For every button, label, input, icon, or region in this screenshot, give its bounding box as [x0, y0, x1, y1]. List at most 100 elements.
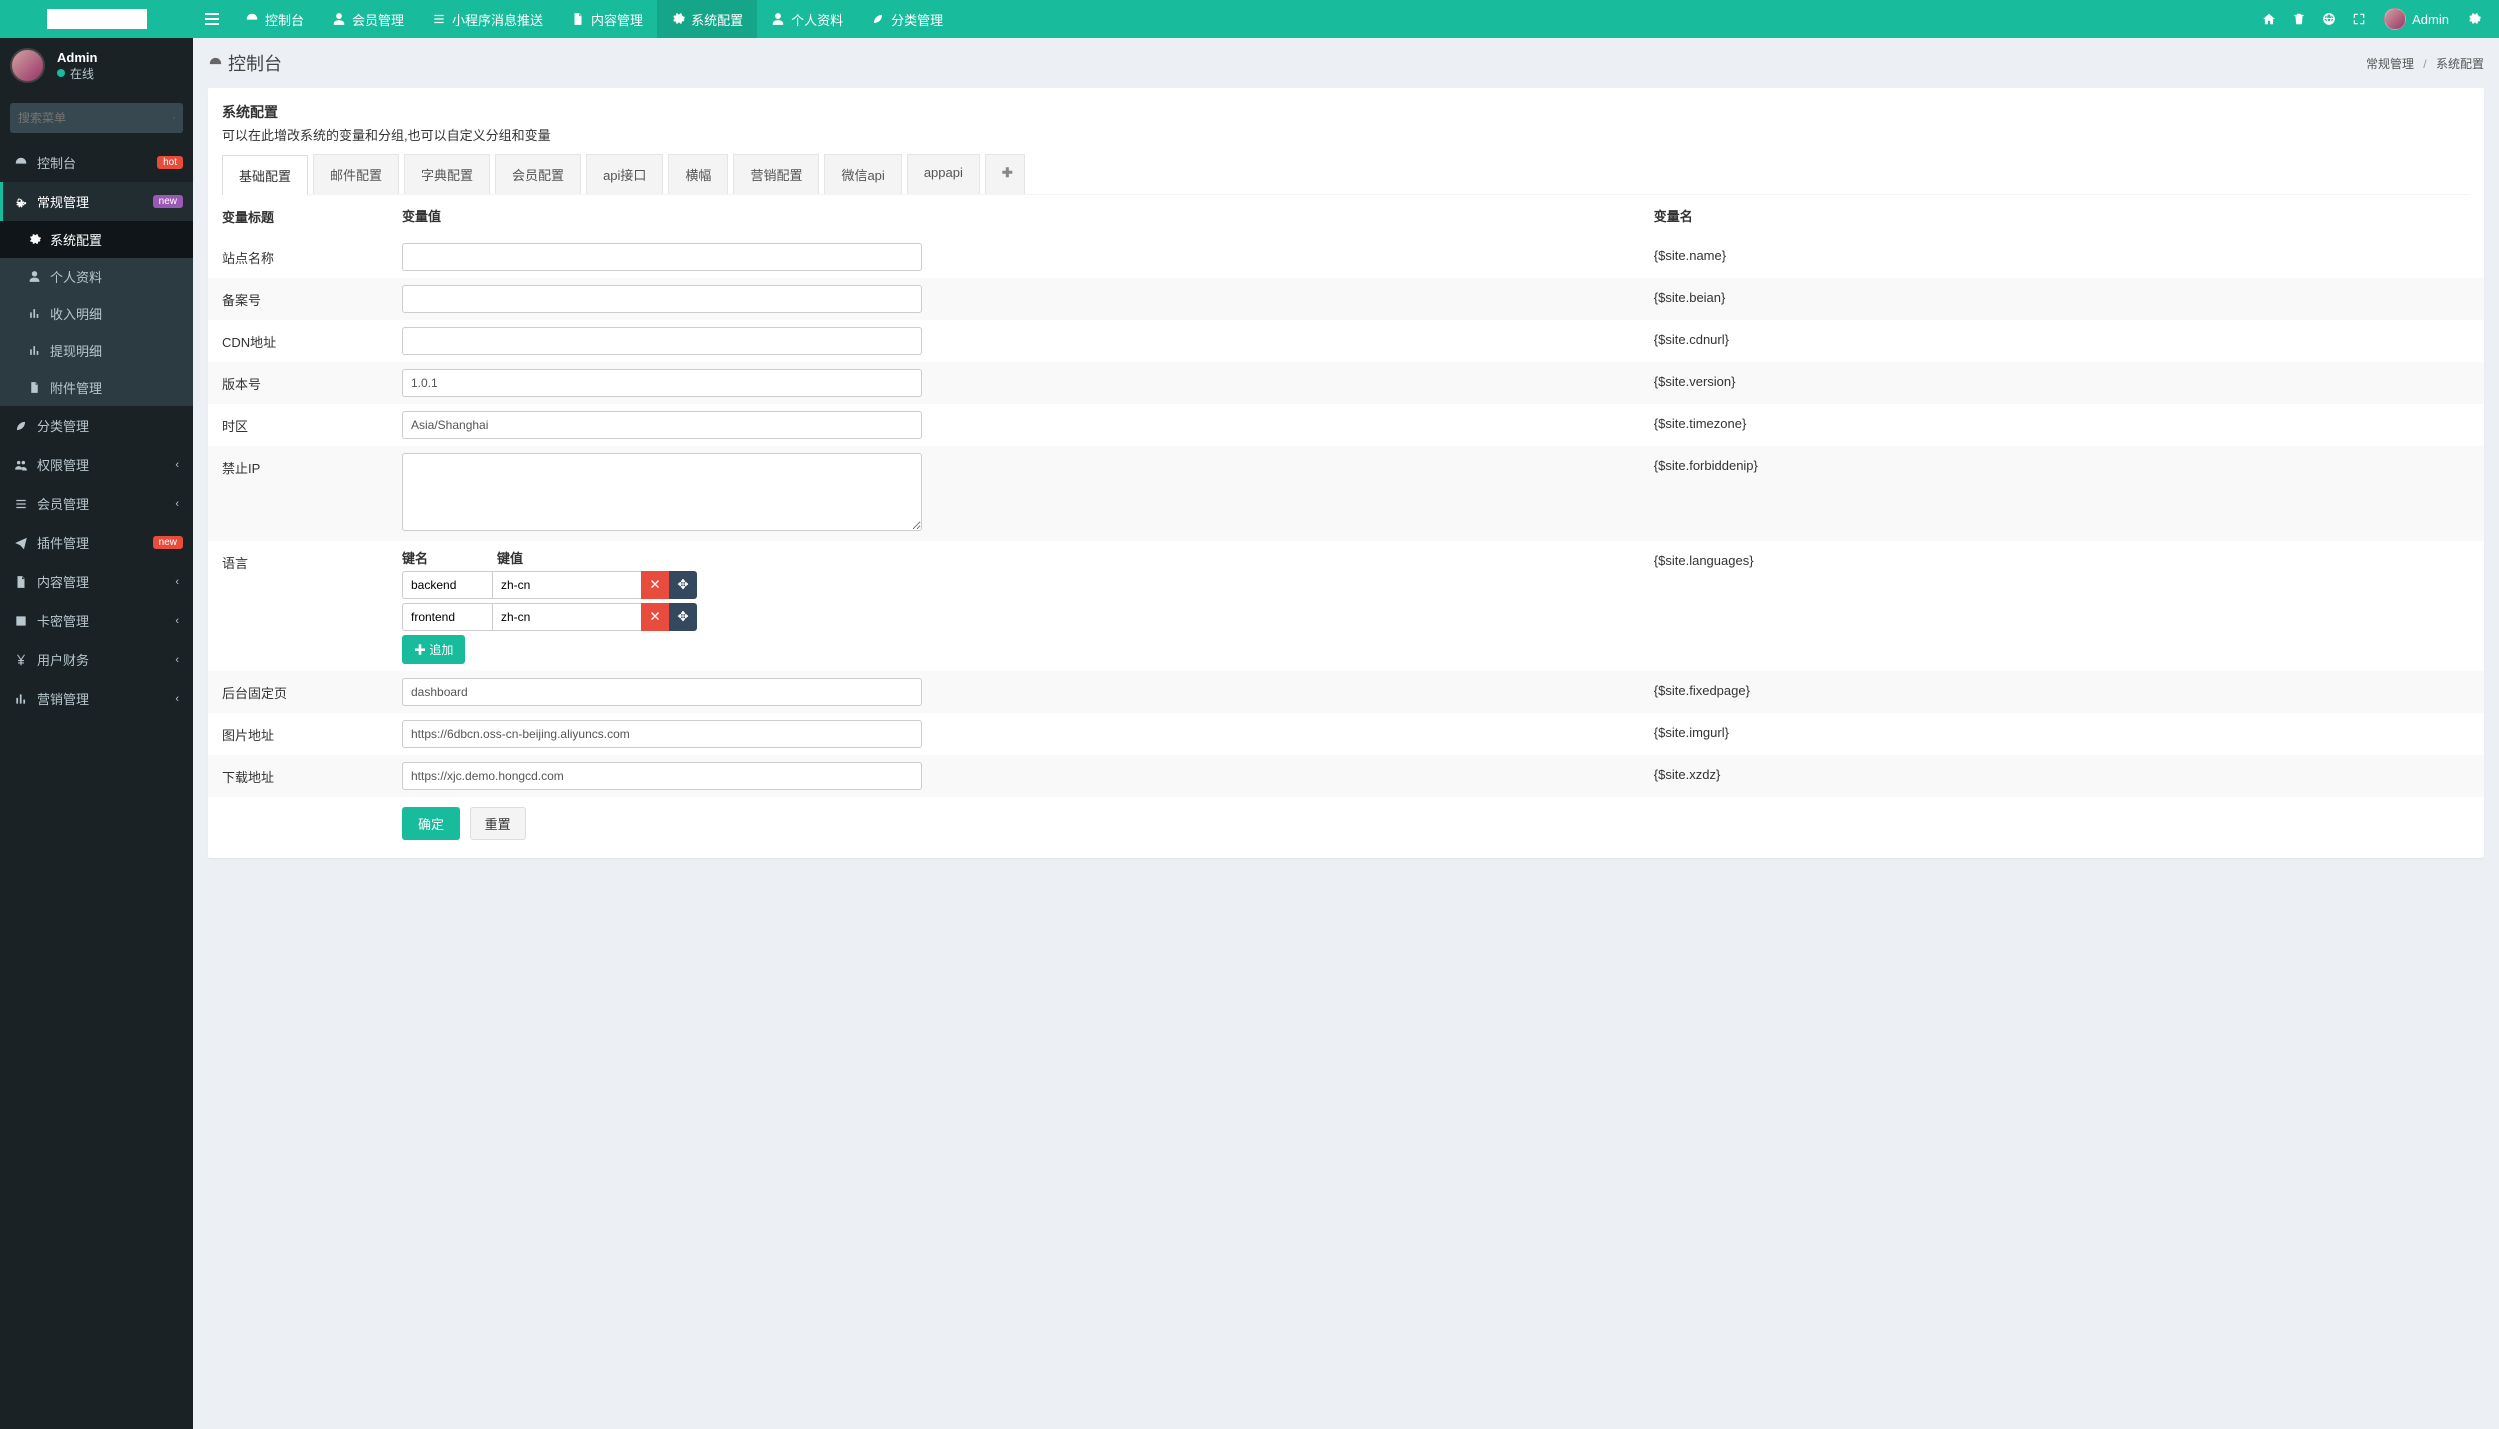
sidebar-item-1[interactable]: 常规管理new — [0, 182, 193, 221]
topnav-item-4[interactable]: 系统配置 — [657, 0, 757, 38]
sidebar-item-3[interactable]: 权限管理‹ — [0, 445, 193, 484]
row-title: 图片地址 — [208, 713, 388, 755]
arrows-icon: ✥ — [677, 577, 688, 592]
delete-button[interactable]: ✕ — [641, 571, 669, 599]
content-header: 控制台 常规管理 / 系统配置 — [193, 38, 2499, 88]
row-title: 时区 — [208, 404, 388, 446]
text-input-9[interactable] — [402, 762, 922, 790]
add-tab-button[interactable]: ✚ — [985, 154, 1025, 194]
topnav-item-0[interactable]: 控制台 — [231, 0, 318, 38]
row-variable: {$site.xzdz} — [1640, 755, 2484, 797]
tab-6[interactable]: 营销配置 — [733, 154, 819, 194]
row-variable: {$site.imgurl} — [1640, 713, 2484, 755]
topnav-item-3[interactable]: 内容管理 — [557, 0, 657, 38]
row-value-cell — [388, 755, 1640, 797]
row-title: CDN地址 — [208, 320, 388, 362]
plus-icon: ✚ — [414, 643, 426, 657]
text-input-2[interactable] — [402, 327, 922, 355]
sidebar-item-7[interactable]: 卡密管理‹ — [0, 601, 193, 640]
search-icon[interactable] — [173, 111, 175, 125]
row-variable: {$site.forbiddenip} — [1640, 446, 2484, 541]
delete-button[interactable]: ✕ — [641, 603, 669, 631]
sidebar-item-4[interactable]: 会员管理‹ — [0, 484, 193, 523]
kv-val-input[interactable] — [492, 571, 642, 599]
user-icon — [332, 12, 346, 26]
row-value-cell — [388, 446, 1640, 541]
badge: new — [153, 536, 183, 549]
tab-1[interactable]: 邮件配置 — [313, 154, 399, 194]
sidebar-subitem-1-2[interactable]: 收入明细 — [0, 295, 193, 332]
text-input-7[interactable] — [402, 678, 922, 706]
row-title: 后台固定页 — [208, 671, 388, 713]
tab-8[interactable]: appapi — [907, 154, 980, 194]
sidebar-subitem-1-0[interactable]: 系统配置 — [0, 221, 193, 258]
move-button[interactable]: ✥ — [669, 603, 697, 631]
search-input[interactable] — [18, 111, 173, 125]
sidebar-subitem-1-1[interactable]: 个人资料 — [0, 258, 193, 295]
trash-icon[interactable] — [2284, 0, 2314, 38]
user-menu[interactable]: Admin — [2374, 8, 2459, 30]
tab-3[interactable]: 会员配置 — [495, 154, 581, 194]
kv-key-input[interactable] — [402, 571, 492, 599]
config-table: 变量标题 变量值 变量名 站点名称{$site.name}备案号{$site.b… — [208, 195, 2484, 797]
avatar-icon — [2384, 8, 2406, 30]
sidebar-menu: 控制台hot常规管理new系统配置个人资料收入明细提现明细附件管理分类管理权限管… — [0, 143, 193, 718]
chevron-left-icon: ‹ — [175, 498, 179, 510]
settings-icon[interactable] — [2459, 0, 2489, 38]
topnav-item-1[interactable]: 会员管理 — [318, 0, 418, 38]
add-button[interactable]: ✚ 追加 — [402, 635, 465, 664]
panel-subtitle: 可以在此增改系统的变量和分组,也可以自定义分组和变量 — [222, 125, 2470, 144]
sidebar-item-2[interactable]: 分类管理 — [0, 406, 193, 445]
form-actions: 确定 重置 — [208, 797, 2484, 858]
breadcrumb-right: 常规管理 / 系统配置 — [2366, 55, 2484, 72]
table-row: 时区{$site.timezone} — [208, 404, 2484, 446]
fullscreen-icon[interactable] — [2344, 0, 2374, 38]
kv-header-val: 键值 — [497, 548, 647, 567]
text-input-4[interactable] — [402, 411, 922, 439]
language-icon[interactable] — [2314, 0, 2344, 38]
text-input-3[interactable] — [402, 369, 922, 397]
cog-icon — [671, 12, 685, 26]
tab-7[interactable]: 微信api — [824, 154, 901, 194]
dashboard-icon — [245, 12, 259, 26]
sidebar-item-6[interactable]: 内容管理‹ — [0, 562, 193, 601]
breadcrumb-item: 系统配置 — [2436, 57, 2484, 71]
move-button[interactable]: ✥ — [669, 571, 697, 599]
table-row: 版本号{$site.version} — [208, 362, 2484, 404]
home-icon[interactable] — [2254, 0, 2284, 38]
sidebar-subitem-1-4[interactable]: 附件管理 — [0, 369, 193, 406]
topnav-item-5[interactable]: 个人资料 — [757, 0, 857, 38]
kv-key-input[interactable] — [402, 603, 492, 631]
tab-4[interactable]: api接口 — [586, 154, 663, 194]
text-input-1[interactable] — [402, 285, 922, 313]
tab-5[interactable]: 横幅 — [668, 154, 728, 194]
tab-2[interactable]: 字典配置 — [404, 154, 490, 194]
th-title: 变量标题 — [208, 195, 388, 236]
sidebar-subitem-1-3[interactable]: 提现明细 — [0, 332, 193, 369]
sidebar-item-0[interactable]: 控制台hot — [0, 143, 193, 182]
tab-0[interactable]: 基础配置 — [222, 155, 308, 195]
sidebar-user-status: 在线 — [57, 65, 97, 82]
table-row: 下载地址{$site.xzdz} — [208, 755, 2484, 797]
breadcrumb-item[interactable]: 常规管理 — [2366, 57, 2414, 71]
row-title: 版本号 — [208, 362, 388, 404]
submit-button[interactable]: 确定 — [402, 807, 460, 840]
text-input-0[interactable] — [402, 243, 922, 271]
text-input-8[interactable] — [402, 720, 922, 748]
chevron-left-icon: ‹ — [175, 576, 179, 588]
topnav-item-6[interactable]: 分类管理 — [857, 0, 957, 38]
textarea-5[interactable] — [402, 453, 922, 531]
topnav-right: Admin — [2254, 0, 2499, 38]
topnav-item-2[interactable]: 小程序消息推送 — [418, 0, 557, 38]
row-title: 备案号 — [208, 278, 388, 320]
row-variable: {$site.languages} — [1640, 541, 2484, 671]
sidebar-item-8[interactable]: 用户财务‹ — [0, 640, 193, 679]
sidebar-toggle[interactable] — [193, 0, 231, 38]
table-row: 语言键名键值 ✕ ✥ ✕ ✥ ✚ 追加{$site.languages} — [208, 541, 2484, 671]
sidebar-item-9[interactable]: 营销管理‹ — [0, 679, 193, 718]
th-value: 变量值 — [388, 195, 1640, 236]
sidebar-item-5[interactable]: 插件管理new — [0, 523, 193, 562]
kv-val-input[interactable] — [492, 603, 642, 631]
reset-button[interactable]: 重置 — [470, 807, 526, 840]
plus-icon: ✚ — [1002, 165, 1013, 180]
